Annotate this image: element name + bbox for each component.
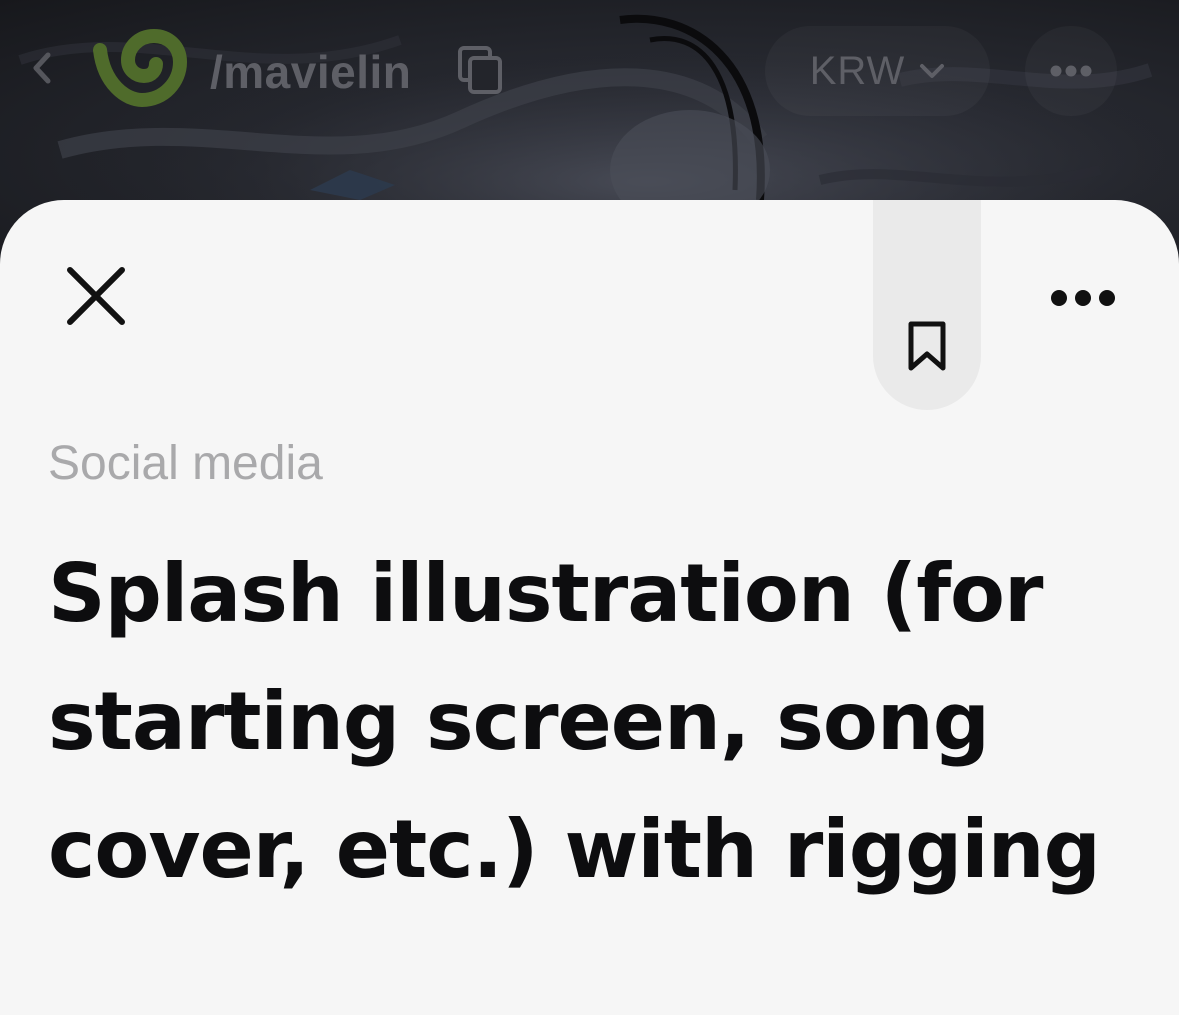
bookmark-icon: [908, 321, 946, 371]
close-icon: [67, 267, 125, 325]
back-button[interactable]: [24, 46, 60, 90]
more-horizontal-icon: [1050, 65, 1092, 77]
chevron-down-icon: [920, 64, 945, 78]
header-more-button[interactable]: [1025, 26, 1117, 116]
currency-selector[interactable]: KRW: [765, 26, 990, 116]
item-detail-sheet: Social media Splash illustration (for st…: [0, 200, 1179, 1015]
item-title: Splash illustration (for starting screen…: [48, 547, 1101, 896]
brand-logo-icon[interactable]: [86, 26, 192, 110]
close-button[interactable]: [56, 256, 136, 336]
profile-handle[interactable]: /mavielin: [210, 40, 411, 104]
sheet-more-button[interactable]: [1040, 270, 1126, 326]
more-horizontal-icon: [1051, 290, 1115, 306]
currency-label: KRW: [809, 48, 906, 93]
chevron-left-icon: [33, 52, 51, 84]
copy-icon[interactable]: [456, 44, 506, 96]
product-detail-screen: /mavielin KRW Social media Splash illust…: [0, 0, 1179, 1015]
bookmark-button[interactable]: [873, 200, 981, 410]
top-navigation-bar: /mavielin KRW: [0, 0, 1179, 140]
item-category: Social media: [48, 437, 323, 490]
